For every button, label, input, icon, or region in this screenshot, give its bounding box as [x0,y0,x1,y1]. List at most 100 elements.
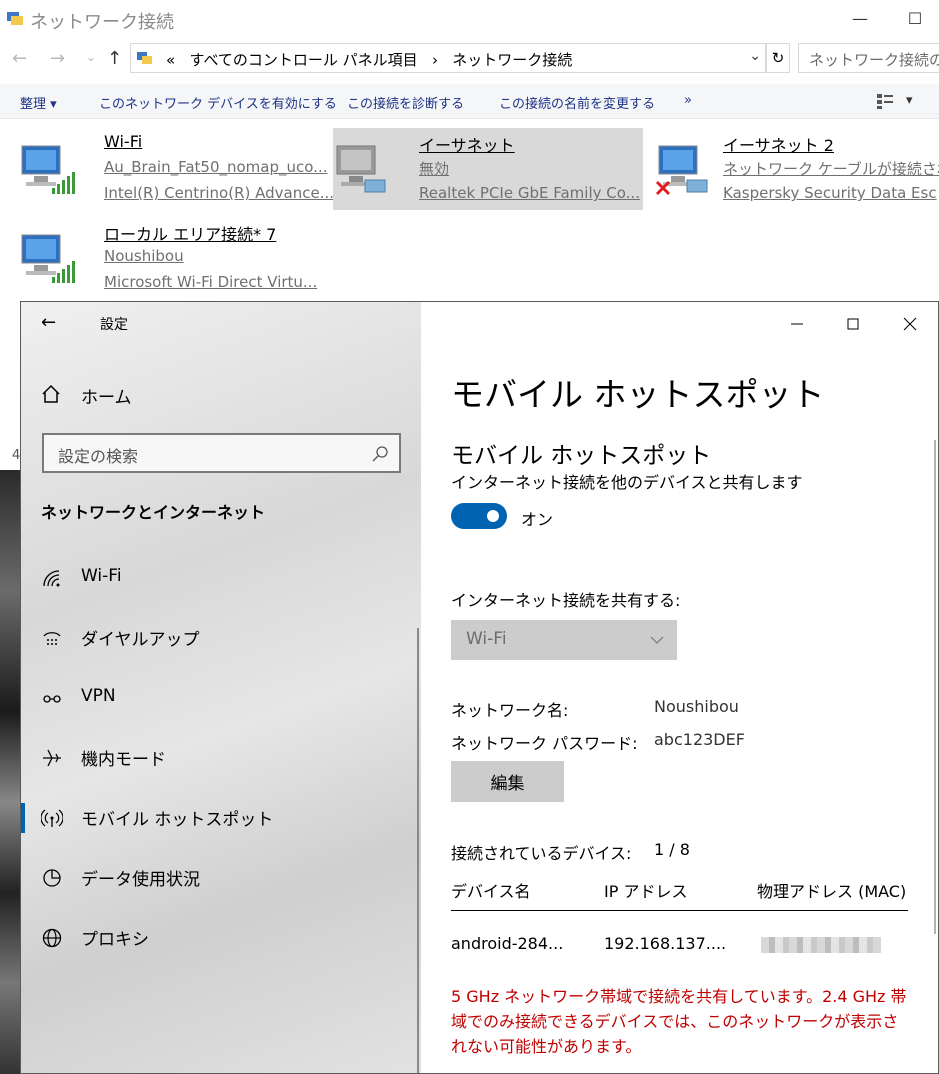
desktop-background [0,470,22,1074]
chevron-down-icon [650,636,664,644]
close-icon[interactable] [898,312,922,336]
wifi-direct-adapter-icon [21,234,75,283]
active-indicator [21,803,25,833]
airplane-icon [43,749,61,767]
nav-label: モバイル ホットスポット [81,810,274,830]
connection-device: Microsoft Wi-Fi Direct Virtu... [104,273,318,291]
hotspot-icon [41,809,63,827]
command-bar: 整理 ▾ このネットワーク デバイスを有効にする この接続を診断する この接続の… [0,84,939,119]
wifi-icon [43,570,60,587]
nav-label: VPN [81,686,116,706]
content-scrollbar[interactable] [934,440,936,934]
nav-label: データ使用状況 [81,870,200,890]
nav-label: 機内モード [81,750,166,770]
nav-item-dialup[interactable]: ダイヤルアップ [21,613,419,663]
band-warning: 5 GHz ネットワーク帯域で接続を共有しています。2.4 GHz 帯域でのみ接… [451,987,907,1056]
breadcrumb-separator[interactable]: › [432,51,438,69]
share-connection-select[interactable]: Wi-Fi [451,620,677,660]
connection-name: イーサネット [419,136,515,155]
network-password-label: ネットワーク パスワード: [451,734,638,753]
address-dropdown-icon[interactable]: ⌄ [749,48,761,64]
hotspot-toggle[interactable] [451,503,507,529]
maximize-button[interactable]: ☐ [895,6,935,32]
network-folder-icon [7,12,23,25]
connection-ethernet-2[interactable]: イーサネット 2 ネットワーク ケーブルが接続され Kaspersky Secu… [655,128,939,210]
share-connection-value: Wi-Fi [466,629,507,649]
connection-name: イーサネット 2 [723,136,834,155]
view-dropdown-icon[interactable]: ▾ [906,93,913,108]
explorer-search-placeholder: ネットワーク接続の [809,51,939,69]
forward-arrow-icon[interactable]: → [50,48,65,69]
connection-ethernet[interactable]: イーサネット 無効 Realtek PCIe GbE Family Co... [333,128,643,210]
section-heading: ネットワークとインターネット [41,503,266,522]
dialup-icon [43,632,61,645]
nav-item-mobile-hotspot[interactable]: モバイル ホットスポット [21,793,419,843]
recent-dropdown-icon[interactable]: ⌄ [86,50,96,64]
settings-title: 設定 [100,317,128,333]
connection-device: Intel(R) Centrino(R) Advance... [104,184,334,202]
address-bar[interactable]: « すべてのコントロール パネル項目 › ネットワーク接続 ⌄ [130,43,766,73]
globe-icon [42,928,62,948]
connection-status: Noushibou [104,247,184,265]
nav-item-wifi[interactable]: Wi-Fi [21,554,419,604]
control-panel-icon [137,52,152,64]
nav-item-vpn[interactable]: VPN [21,674,419,724]
back-arrow-icon[interactable]: ← [41,312,56,333]
rename-command[interactable]: この接続の名前を変更する [499,93,655,112]
search-icon[interactable] [371,445,389,463]
column-header-ip: IP アドレス [604,882,688,901]
section-description: インターネット接続を他のデバイスと共有します [451,473,803,492]
settings-search-input[interactable]: 設定の検索 [42,433,401,473]
connection-device: Realtek PCIe GbE Family Co... [419,184,640,202]
table-divider [451,910,908,911]
home-link[interactable]: ホーム [81,383,132,408]
nav-item-data-usage[interactable]: データ使用状況 [21,853,419,903]
maximize-icon[interactable] [841,312,865,336]
settings-sidebar: ← 設定 ホーム 設定の検索 ネットワークとインターネット Wi-Fi ダイヤル… [21,302,421,1073]
network-name-value: Noushibou [654,697,739,716]
refresh-icon[interactable]: ↻ [766,43,790,73]
settings-window: ← 設定 ホーム 設定の検索 ネットワークとインターネット Wi-Fi ダイヤル… [20,301,939,1074]
ethernet-adapter-disconnected-icon [655,145,708,196]
minimize-button[interactable]: — [840,6,880,32]
connection-wifi[interactable]: Wi-Fi Au_Brain_Fat50_nomap_uco... Intel(… [18,128,334,210]
device-ip: 192.168.137.... [604,934,727,953]
column-header-device: デバイス名 [451,882,531,901]
minimize-icon[interactable] [785,312,809,336]
connection-status: Au_Brain_Fat50_nomap_uco... [104,158,328,176]
breadcrumb-control-panel[interactable]: すべてのコントロール パネル項目 [190,51,418,69]
sidebar-scrollbar[interactable] [417,628,419,1073]
connected-devices-label: 接続されているデバイス: [451,844,632,863]
organize-menu[interactable]: 整理 ▾ [20,93,57,112]
address-chevron[interactable]: « [166,51,175,69]
settings-search-placeholder: 設定の検索 [58,447,139,466]
explorer-search-box[interactable]: ネットワーク接続の [798,43,939,73]
toggle-state-label: オン [521,510,554,529]
column-header-mac: 物理アドレス (MAC) [757,882,907,901]
view-options-icon[interactable] [876,92,894,110]
nav-item-airplane[interactable]: 機内モード [21,733,419,783]
connection-status: 無効 [419,160,450,178]
section-title: モバイル ホットスポット [451,443,712,469]
more-commands[interactable]: » [684,93,692,108]
page-title: モバイル ホットスポット [451,375,825,414]
address-path: « すべてのコントロール パネル項目 › ネットワーク接続 [166,49,572,70]
wifi-adapter-icon [21,145,75,194]
breadcrumb-network-connections[interactable]: ネットワーク接続 [452,51,572,69]
share-connection-label: インターネット接続を共有する: [451,591,681,610]
home-icon[interactable] [41,384,61,404]
network-password-value: abc123DEF [654,730,745,749]
up-arrow-icon[interactable]: ↑ [107,48,122,69]
back-arrow-icon[interactable]: ← [12,48,27,69]
diagnose-command[interactable]: この接続を診断する [347,93,464,112]
nav-label: ダイヤルアップ [81,630,200,650]
nav-item-proxy[interactable]: プロキシ [21,913,419,963]
nav-label: プロキシ [81,930,149,950]
connection-local-area-7[interactable]: ローカル エリア接続* 7 Noushibou Microsoft Wi-Fi … [18,217,328,299]
window-title: ネットワーク接続 [30,12,174,33]
enable-device-command[interactable]: このネットワーク デバイスを有効にする [99,93,337,112]
network-name-label: ネットワーク名: [451,701,569,720]
ethernet-adapter-disabled-icon [336,145,386,193]
edit-button[interactable]: 編集 [451,761,564,802]
connection-status: ネットワーク ケーブルが接続され [723,160,939,178]
